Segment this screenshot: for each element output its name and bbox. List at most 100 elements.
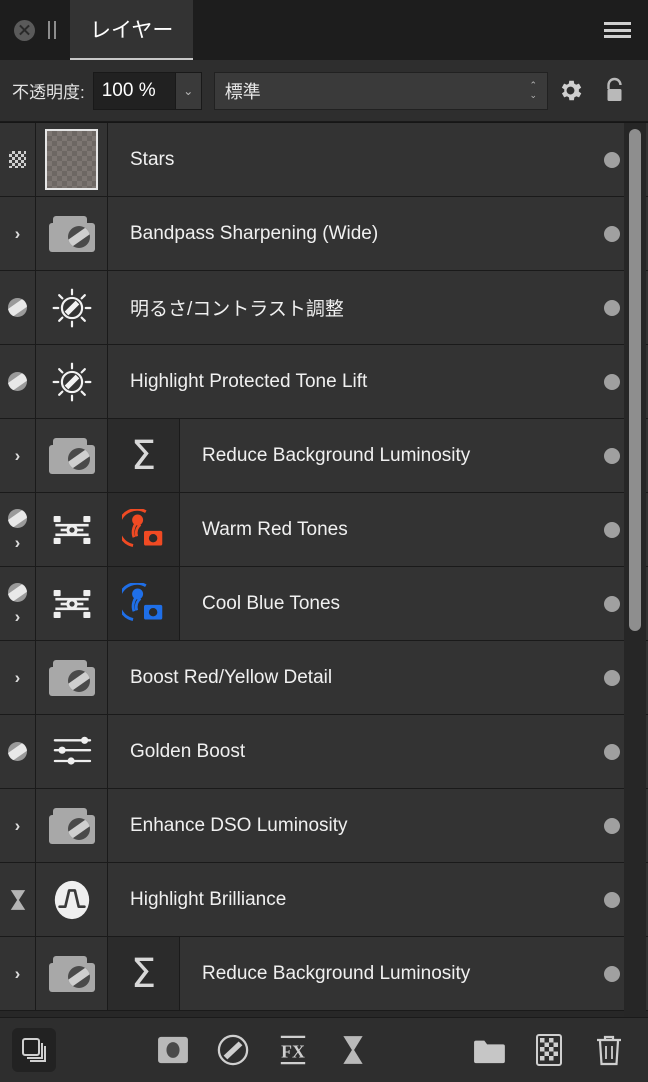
layer-row[interactable]: › Σ Reduce Background Luminosity <box>0 937 648 1011</box>
layer-name[interactable]: Highlight Brilliance <box>108 863 576 936</box>
visibility-dot-icon <box>604 817 620 834</box>
layer-name[interactable]: Reduce Background Luminosity <box>180 419 576 492</box>
hourglass-icon[interactable] <box>334 1030 372 1070</box>
layer-thumbnail[interactable] <box>36 641 108 714</box>
layer-name[interactable]: Warm Red Tones <box>180 493 576 566</box>
group-adjustment-icon <box>48 215 95 252</box>
mask-oval-icon[interactable] <box>8 742 27 761</box>
layer-thumbnail[interactable] <box>36 789 108 862</box>
layer-name[interactable]: Bandpass Sharpening (Wide) <box>108 197 576 270</box>
layer-state-column[interactable]: › <box>0 641 36 714</box>
layer-row[interactable]: 明るさ/コントラスト調整 <box>0 271 648 345</box>
layer-state-column[interactable]: › <box>0 419 36 492</box>
tab-layers[interactable]: レイヤー <box>70 0 194 60</box>
layer-row[interactable]: › Bandpass Sharpening (Wide) <box>0 197 648 271</box>
mask-icon[interactable] <box>154 1030 192 1070</box>
layer-name[interactable]: Reduce Background Luminosity <box>180 937 576 1010</box>
layer-name[interactable]: Highlight Protected Tone Lift <box>108 345 576 418</box>
layer-row[interactable]: › Boost Red/Yellow Detail <box>0 641 648 715</box>
mask-oval-icon[interactable] <box>8 508 27 528</box>
layer-row[interactable]: Highlight Protected Tone Lift <box>0 345 648 419</box>
fx-icon[interactable]: FX <box>274 1030 312 1070</box>
visibility-dot-icon <box>604 447 620 464</box>
chevron-right-icon[interactable]: › <box>15 965 21 982</box>
layer-thumbnail[interactable] <box>36 715 108 788</box>
visibility-dot-icon <box>604 299 620 316</box>
brightness-contrast-icon <box>52 288 91 327</box>
sliders-icon <box>53 736 91 765</box>
blend-mode-select[interactable]: 標準 ⌃ ⌄ <box>213 71 548 110</box>
layer-selective-color[interactable] <box>108 493 180 566</box>
blend-mode-value: 標準 <box>224 81 261 102</box>
svg-text:FX: FX <box>281 1042 305 1062</box>
group-adjustment-icon <box>48 807 95 844</box>
hamburger-menu-icon[interactable] <box>586 0 648 60</box>
layer-thumbnail[interactable] <box>36 493 108 566</box>
gear-icon[interactable] <box>548 69 592 113</box>
layer-thumbnail[interactable] <box>36 863 108 936</box>
lock-open-icon[interactable] <box>592 69 636 113</box>
chevron-right-icon[interactable]: › <box>15 669 21 686</box>
pause-bars-icon[interactable] <box>47 21 57 39</box>
layer-thumbnail[interactable] <box>36 567 108 640</box>
layer-state-column[interactable]: › <box>0 493 36 566</box>
close-circle-icon[interactable] <box>13 19 35 41</box>
layer-state-column[interactable] <box>0 715 36 788</box>
layer-state-column[interactable]: › <box>0 197 36 270</box>
layer-state-column[interactable]: › <box>0 789 36 862</box>
layer-name[interactable]: 明るさ/コントラスト調整 <box>108 271 576 344</box>
layer-thumbnail[interactable] <box>36 271 108 344</box>
layer-blend-sigma[interactable]: Σ <box>108 419 180 492</box>
layer-name[interactable]: Stars <box>108 123 576 196</box>
layers-list[interactable]: Stars › Bandpass Sharpening (Wide) 明るさ/コ… <box>0 122 648 1017</box>
layer-row[interactable]: › Enhance DSO Luminosity <box>0 789 648 863</box>
chevron-right-icon[interactable]: › <box>15 608 21 625</box>
opacity-input[interactable]: 100 % <box>92 71 175 110</box>
layer-name[interactable]: Golden Boost <box>108 715 576 788</box>
opacity-dropdown-button[interactable]: ⌄ <box>174 71 202 110</box>
layer-state-column[interactable] <box>0 123 36 196</box>
mask-oval-icon[interactable] <box>8 298 27 317</box>
layers-stack-icon[interactable] <box>12 1028 56 1072</box>
layer-row[interactable]: Stars <box>0 123 648 197</box>
layer-thumbnail[interactable] <box>36 345 108 418</box>
layer-state-column[interactable]: › <box>0 567 36 640</box>
layer-row[interactable]: Highlight Brilliance <box>0 863 648 937</box>
group-adjustment-icon <box>48 659 95 696</box>
layer-state-column[interactable]: › <box>0 937 36 1010</box>
layers-scrollbar-thumb[interactable] <box>629 129 641 631</box>
layer-selective-color[interactable] <box>108 567 180 640</box>
blend-mode-spinner-icon[interactable]: ⌃ ⌄ <box>529 81 537 100</box>
layer-state-column[interactable] <box>0 863 36 936</box>
layer-name[interactable]: Enhance DSO Luminosity <box>108 789 576 862</box>
layer-name[interactable]: Cool Blue Tones <box>180 567 576 640</box>
layers-scrollbar-track[interactable] <box>624 123 646 1017</box>
layer-thumbnail[interactable] <box>36 197 108 270</box>
chevron-right-icon[interactable]: › <box>15 225 21 242</box>
chevron-right-icon[interactable]: › <box>15 817 21 834</box>
layer-state-column[interactable] <box>0 345 36 418</box>
tabbar-filler <box>193 0 586 60</box>
panel-tabbar: レイヤー <box>0 0 648 60</box>
chevron-right-icon[interactable]: › <box>15 447 21 464</box>
layer-row[interactable]: › Σ Reduce Background Luminosity <box>0 419 648 493</box>
new-group-folder-icon[interactable] <box>470 1030 508 1070</box>
layer-thumbnail[interactable] <box>36 937 108 1010</box>
layer-state-column[interactable] <box>0 271 36 344</box>
layer-thumbnail[interactable] <box>36 419 108 492</box>
layer-name[interactable]: Boost Red/Yellow Detail <box>108 641 576 714</box>
trash-delete-icon[interactable] <box>590 1030 628 1070</box>
adjustment-circle-icon[interactable] <box>214 1030 252 1070</box>
hourglass-icon[interactable] <box>9 889 27 911</box>
mask-oval-icon[interactable] <box>8 372 27 391</box>
new-pixel-layer-icon[interactable] <box>530 1030 568 1070</box>
layer-row[interactable]: Golden Boost <box>0 715 648 789</box>
layer-thumbnail[interactable] <box>36 123 108 196</box>
layers-bottom-toolbar: FX <box>0 1017 648 1082</box>
brightness-contrast-icon <box>52 362 91 401</box>
layer-blend-sigma[interactable]: Σ <box>108 937 180 1010</box>
mask-oval-icon[interactable] <box>8 582 27 602</box>
chevron-right-icon[interactable]: › <box>15 534 21 551</box>
layer-row[interactable]: › <box>0 493 648 567</box>
layer-row[interactable]: › <box>0 567 648 641</box>
